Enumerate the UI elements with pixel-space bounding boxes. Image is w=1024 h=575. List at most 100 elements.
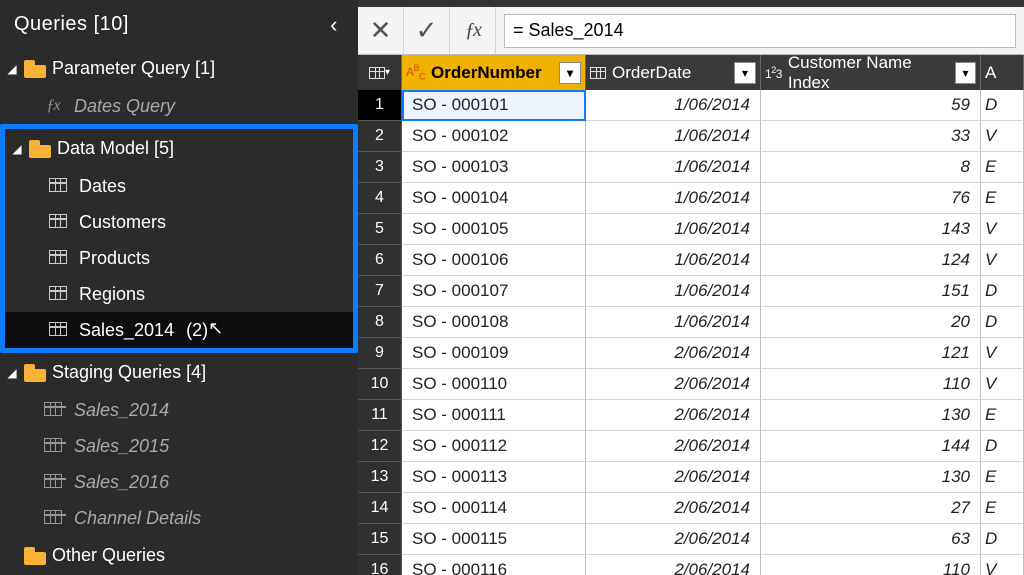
cell[interactable]: SO - 000107 [402, 276, 586, 307]
accept-formula-button[interactable]: ✓ [404, 7, 450, 54]
cell[interactable]: D [981, 276, 1024, 307]
cell[interactable]: 124 [761, 245, 981, 276]
cell[interactable]: 110 [761, 555, 981, 575]
query-item[interactable]: Sales_2016 [0, 464, 358, 500]
cell[interactable]: SO - 000105 [402, 214, 586, 245]
cell[interactable]: 76 [761, 183, 981, 214]
cell[interactable]: V [981, 121, 1024, 152]
table-row[interactable]: 4SO - 0001041/06/201476E [358, 183, 1024, 214]
row-number[interactable]: 2 [358, 121, 402, 152]
query-item[interactable]: Sales_2014 [0, 392, 358, 428]
row-number[interactable]: 7 [358, 276, 402, 307]
cell[interactable]: V [981, 245, 1024, 276]
cell[interactable]: 144 [761, 431, 981, 462]
cell[interactable]: 1/06/2014 [586, 183, 761, 214]
table-row[interactable]: 15SO - 0001152/06/201463D [358, 524, 1024, 555]
cell[interactable]: V [981, 369, 1024, 400]
query-item[interactable]: Regions [5, 276, 353, 312]
table-row[interactable]: 3SO - 0001031/06/20148E [358, 152, 1024, 183]
cell[interactable]: 2/06/2014 [586, 493, 761, 524]
cell[interactable]: V [981, 214, 1024, 245]
cancel-formula-button[interactable]: ✕ [358, 7, 404, 54]
group-1[interactable]: ◢Data Model [5] [5, 129, 353, 168]
group-2[interactable]: ◢Staging Queries [4] [0, 353, 358, 392]
row-number[interactable]: 10 [358, 369, 402, 400]
query-item[interactable]: Customers [5, 204, 353, 240]
column-header-more[interactable]: A [981, 55, 1024, 90]
cell[interactable]: 1/06/2014 [586, 121, 761, 152]
cell[interactable]: SO - 000109 [402, 338, 586, 369]
column-header-customerindex[interactable]: 123 Customer Name Index ▾ [761, 55, 981, 90]
table-row[interactable]: 1SO - 0001011/06/201459D [358, 90, 1024, 121]
cell[interactable]: SO - 000115 [402, 524, 586, 555]
select-all-button[interactable]: ▾ [358, 55, 402, 90]
cell[interactable]: SO - 000101 [402, 90, 586, 121]
cell[interactable]: 20 [761, 307, 981, 338]
cell[interactable]: 59 [761, 90, 981, 121]
table-row[interactable]: 8SO - 0001081/06/201420D [358, 307, 1024, 338]
table-row[interactable]: 16SO - 0001162/06/2014110V [358, 555, 1024, 575]
cell[interactable]: 1/06/2014 [586, 152, 761, 183]
cell[interactable]: V [981, 555, 1024, 575]
query-item[interactable]: Dates [5, 168, 353, 204]
query-item[interactable]: Sales_2014↖X(2) [5, 312, 353, 348]
cell[interactable]: D [981, 307, 1024, 338]
cell[interactable]: E [981, 152, 1024, 183]
cell[interactable]: 143 [761, 214, 981, 245]
cell[interactable]: D [981, 524, 1024, 555]
cell[interactable]: SO - 000116 [402, 555, 586, 575]
cell[interactable]: 2/06/2014 [586, 431, 761, 462]
cell[interactable]: SO - 000114 [402, 493, 586, 524]
table-row[interactable]: 9SO - 0001092/06/2014121V [358, 338, 1024, 369]
cell[interactable]: 2/06/2014 [586, 462, 761, 493]
cell[interactable]: SO - 000103 [402, 152, 586, 183]
cell[interactable]: D [981, 90, 1024, 121]
cell[interactable]: 1/06/2014 [586, 276, 761, 307]
formula-input[interactable] [504, 14, 1016, 48]
table-row[interactable]: 7SO - 0001071/06/2014151D [358, 276, 1024, 307]
cell[interactable]: 63 [761, 524, 981, 555]
filter-dropdown-icon[interactable]: ▾ [559, 62, 581, 84]
table-row[interactable]: 5SO - 0001051/06/2014143V [358, 214, 1024, 245]
cell[interactable]: 1/06/2014 [586, 307, 761, 338]
cell[interactable]: 110 [761, 369, 981, 400]
row-number[interactable]: 16 [358, 555, 402, 575]
group-3[interactable]: Other Queries [0, 536, 358, 575]
query-item[interactable]: Sales_2015 [0, 428, 358, 464]
filter-dropdown-icon[interactable]: ▾ [734, 62, 756, 84]
query-item[interactable]: ƒxDates Query [0, 88, 358, 124]
cell[interactable]: 1/06/2014 [586, 90, 761, 121]
row-number[interactable]: 3 [358, 152, 402, 183]
table-row[interactable]: 11SO - 0001112/06/2014130E [358, 400, 1024, 431]
cell[interactable]: SO - 000110 [402, 369, 586, 400]
cell[interactable]: D [981, 431, 1024, 462]
cell[interactable]: V [981, 338, 1024, 369]
table-row[interactable]: 2SO - 0001021/06/201433V [358, 121, 1024, 152]
row-number[interactable]: 15 [358, 524, 402, 555]
cell[interactable]: E [981, 493, 1024, 524]
cell[interactable]: 33 [761, 121, 981, 152]
column-header-orderdate[interactable]: OrderDate ▾ [586, 55, 761, 90]
row-number[interactable]: 11 [358, 400, 402, 431]
cell[interactable]: 151 [761, 276, 981, 307]
column-header-ordernumber[interactable]: ABC OrderNumber ▾ [402, 55, 586, 90]
cell[interactable]: 8 [761, 152, 981, 183]
cell[interactable]: SO - 000102 [402, 121, 586, 152]
row-number[interactable]: 1 [358, 90, 402, 121]
cell[interactable]: SO - 000113 [402, 462, 586, 493]
query-item[interactable]: Products [5, 240, 353, 276]
cell[interactable]: 2/06/2014 [586, 400, 761, 431]
cell[interactable]: 27 [761, 493, 981, 524]
cell[interactable]: 2/06/2014 [586, 555, 761, 575]
collapse-pane-button[interactable]: ‹ [324, 12, 344, 38]
row-number[interactable]: 8 [358, 307, 402, 338]
cell[interactable]: SO - 000111 [402, 400, 586, 431]
table-row[interactable]: 6SO - 0001061/06/2014124V [358, 245, 1024, 276]
table-row[interactable]: 13SO - 0001132/06/2014130E [358, 462, 1024, 493]
cell[interactable]: SO - 000108 [402, 307, 586, 338]
row-number[interactable]: 14 [358, 493, 402, 524]
cell[interactable]: 1/06/2014 [586, 245, 761, 276]
group-0[interactable]: ◢Parameter Query [1] [0, 49, 358, 88]
cell[interactable]: SO - 000112 [402, 431, 586, 462]
row-number[interactable]: 4 [358, 183, 402, 214]
